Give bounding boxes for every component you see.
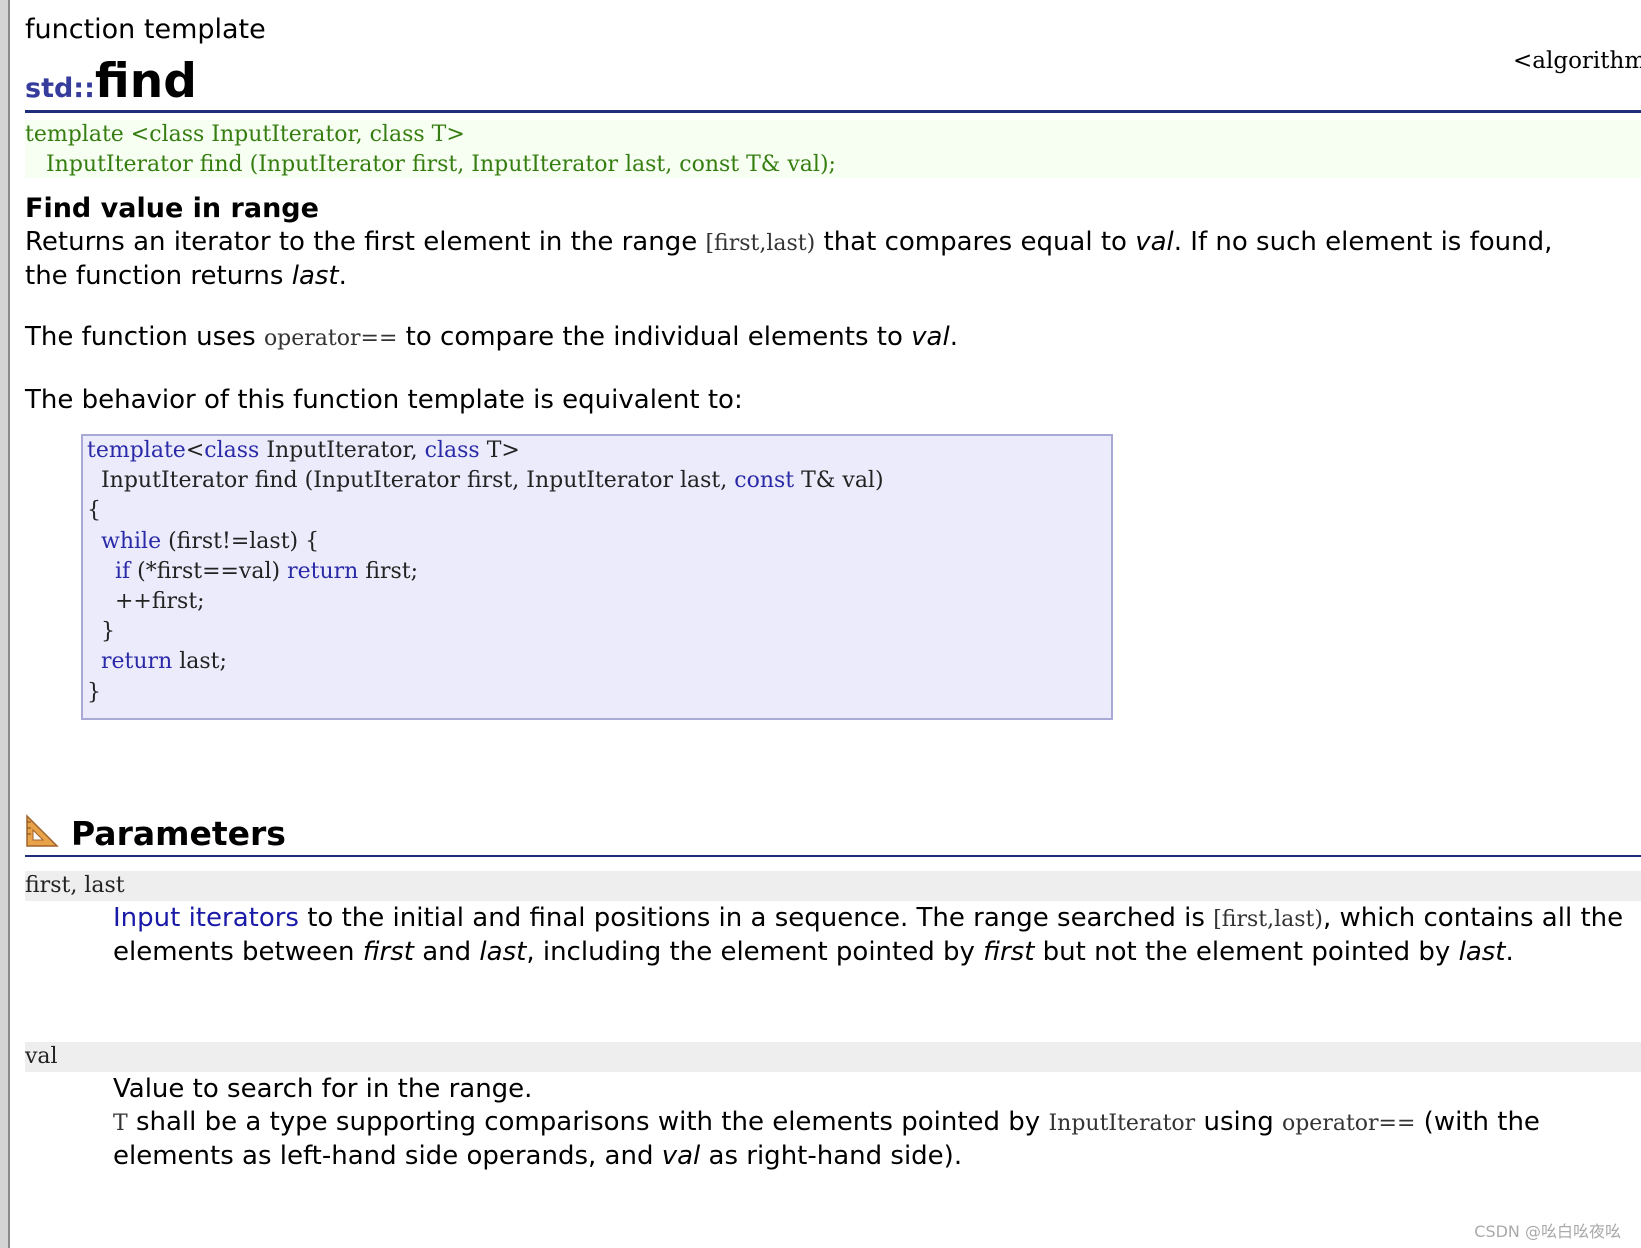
- last-term: last: [291, 261, 339, 291]
- entity-kind: function template: [25, 14, 266, 45]
- param-desc-val: Value to search for in the range. T shal…: [113, 1073, 1641, 1173]
- parameters-section-header: Parameters: [25, 810, 1641, 858]
- watermark: CSDN @吆白吆夜吆: [1474, 1222, 1621, 1241]
- val-term: val: [661, 1141, 701, 1171]
- text: and: [413, 937, 480, 967]
- prototype-line-1: template <class InputIterator, class T>: [25, 122, 465, 147]
- range-code: [first,last): [1213, 907, 1323, 932]
- code-token: first;: [358, 558, 419, 584]
- title-rule: [25, 110, 1641, 113]
- val-term: val: [1135, 227, 1174, 257]
- keyword: class: [204, 438, 260, 463]
- code-token: <: [185, 438, 205, 463]
- text: Value to search for in the range.: [113, 1074, 533, 1104]
- header-file-link[interactable]: <algorithm>: [1513, 48, 1641, 74]
- namespace-label: std::: [25, 73, 95, 104]
- code-token: T>: [479, 438, 520, 463]
- code-token: last;: [172, 649, 227, 675]
- left-scroll-edge: [0, 0, 10, 1248]
- keyword: class: [424, 438, 480, 463]
- text: .: [338, 261, 347, 291]
- last-term: last: [479, 937, 527, 967]
- operator-code: operator==: [263, 326, 398, 351]
- keyword: return: [287, 558, 359, 584]
- code-token: (first!=last) {: [161, 528, 320, 554]
- text: .: [949, 322, 958, 352]
- code-token: {: [87, 498, 101, 524]
- type-code: T: [113, 1111, 128, 1136]
- keyword: return: [101, 649, 173, 675]
- param-desc-first-last: Input iterators to the initial and final…: [113, 902, 1641, 969]
- code-token: ++first;: [87, 589, 205, 615]
- text: but not the element pointed by: [1034, 937, 1459, 967]
- code-token: }: [87, 619, 115, 645]
- last-term: last: [1458, 937, 1506, 967]
- code-token: }: [87, 679, 101, 705]
- keyword: if: [114, 558, 131, 584]
- text: .: [1505, 937, 1514, 967]
- function-name: find: [94, 54, 197, 109]
- input-iterators-link[interactable]: Input iterators: [113, 903, 299, 933]
- code-example[interactable]: template<class InputIterator, class T> I…: [81, 434, 1113, 720]
- prototype-line-2: InputIterator find (InputIterator first,…: [25, 152, 836, 177]
- keyword: template: [87, 438, 186, 463]
- first-term: first: [362, 937, 414, 967]
- text: as right-hand side).: [700, 1141, 963, 1171]
- code-token: InputIterator find (InputIterator first,…: [87, 468, 735, 494]
- summary-paragraph-2: The function uses operator== to compare …: [25, 321, 1585, 355]
- keyword: while: [101, 528, 162, 554]
- text: Returns an iterator to the first element…: [25, 227, 706, 257]
- code-token: T& val): [794, 468, 884, 494]
- summary-heading: Find value in range: [25, 193, 319, 224]
- param-term-val: val: [25, 1042, 1641, 1072]
- range-code: [first,last): [705, 231, 816, 256]
- text: to the initial and final positions in a …: [298, 903, 1214, 933]
- parameters-rule: [25, 855, 1641, 857]
- set-square-icon: [25, 814, 59, 852]
- text: to compare the individual elements to: [397, 322, 912, 352]
- keyword: const: [734, 468, 795, 494]
- text: The function uses: [25, 322, 264, 352]
- code-text: template<class InputIterator, class T> I…: [83, 436, 1111, 708]
- text: , including the element pointed by: [526, 937, 984, 967]
- summary-paragraph-1: Returns an iterator to the first element…: [25, 226, 1585, 293]
- code-token: (*first==val): [130, 558, 288, 584]
- type-code: InputIterator: [1048, 1111, 1196, 1136]
- text: that compares equal to: [815, 227, 1136, 257]
- val-term: val: [911, 322, 950, 352]
- first-term: first: [983, 937, 1035, 967]
- parameters-heading: Parameters: [71, 814, 286, 853]
- operator-code: operator==: [1281, 1111, 1416, 1136]
- text: shall be a type supporting comparisons w…: [127, 1107, 1049, 1137]
- text: using: [1195, 1107, 1282, 1137]
- prototype-block: template <class InputIterator, class T> …: [25, 120, 1641, 178]
- param-term-first-last: first, last: [25, 871, 1641, 901]
- code-token: InputIterator,: [259, 438, 425, 463]
- param-desc-val-line2: T shall be a type supporting comparisons…: [113, 1106, 1641, 1173]
- summary-paragraph-3: The behavior of this function template i…: [25, 385, 743, 415]
